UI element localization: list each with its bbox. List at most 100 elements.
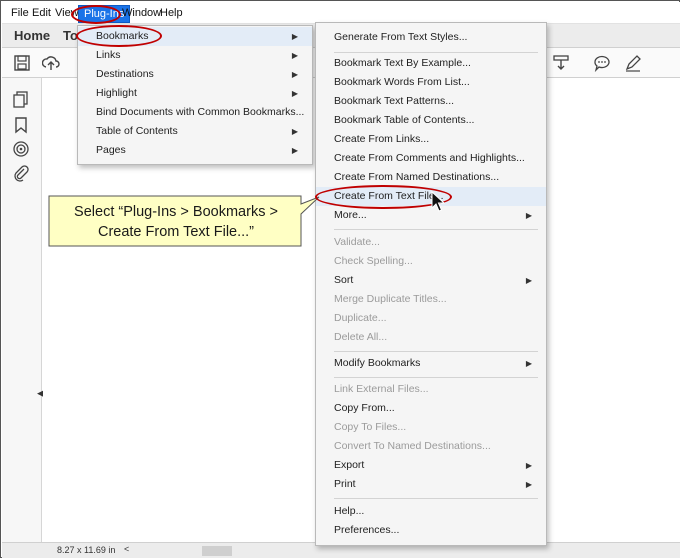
menu-item-label: Bookmarks [96, 30, 149, 42]
menu-item-label: Links [96, 49, 121, 61]
menu-separator [334, 52, 538, 53]
submenu-arrow-icon: ▶ [525, 211, 532, 220]
menu-item-label: Check Spelling... [334, 255, 413, 267]
download-tray-icon[interactable] [552, 54, 570, 72]
menu-item-create-from-named-destinations[interactable]: Create From Named Destinations... [316, 168, 546, 187]
pen-sign-icon[interactable] [624, 54, 642, 72]
menu-separator [334, 498, 538, 499]
menu-file[interactable]: File [11, 7, 29, 19]
menu-item-label: Create From Named Destinations... [334, 171, 500, 183]
submenu-arrow-icon: ▶ [291, 89, 298, 98]
submenu-arrow-icon: ▶ [525, 461, 532, 470]
menu-item-label: Bookmark Table of Contents... [334, 114, 475, 126]
menu-item-merge-duplicate-titles: Merge Duplicate Titles... [316, 290, 546, 309]
tab-tools[interactable]: To [63, 28, 78, 43]
menu-item-print[interactable]: Print ▶ [316, 475, 546, 494]
submenu-arrow-icon: ▶ [291, 32, 298, 41]
menu-help[interactable]: Help [160, 7, 183, 19]
pages-thumbnail-icon[interactable] [12, 90, 30, 108]
menu-item-convert-to-named-destinations: Convert To Named Destinations... [316, 437, 546, 456]
left-navigation-rail: ◀ [2, 78, 44, 542]
menu-item-link-external-files: Link External Files... [316, 380, 546, 399]
menu-item-label: Create From Links... [334, 133, 430, 145]
submenu-arrow-icon: ▶ [291, 70, 298, 79]
save-icon[interactable] [13, 54, 31, 72]
menu-item-bind-documents[interactable]: Bind Documents with Common Bookmarks... [78, 103, 312, 122]
menu-window[interactable]: Window [122, 7, 161, 19]
submenu-arrow-icon: ▶ [291, 51, 298, 60]
attachment-paperclip-icon[interactable] [12, 164, 30, 182]
menu-item-copy-from[interactable]: Copy From... [316, 399, 546, 418]
menu-item-label: Preferences... [334, 524, 400, 536]
menu-item-delete-all: Delete All... [316, 328, 546, 347]
menu-item-modify-bookmarks[interactable]: Modify Bookmarks ▶ [316, 354, 546, 373]
menu-item-highlight[interactable]: Highlight ▶ [78, 84, 312, 103]
menu-item-bookmarks[interactable]: Bookmarks ▶ [78, 27, 312, 46]
menu-item-label: Copy From... [334, 402, 395, 414]
menu-item-help[interactable]: Help... [316, 502, 546, 521]
app-window: File Edit View Plug-Ins Window Help Home… [0, 0, 680, 558]
menu-item-copy-to-files: Copy To Files... [316, 418, 546, 437]
menu-item-label: Pages [96, 144, 126, 156]
menu-edit[interactable]: Edit [32, 7, 51, 19]
upload-cloud-icon[interactable] [42, 54, 60, 72]
tab-home[interactable]: Home [14, 28, 50, 43]
callout-text: Select “Plug-Ins > Bookmarks > Create Fr… [53, 202, 299, 242]
menu-item-label: Merge Duplicate Titles... [334, 293, 447, 305]
menu-item-bookmark-text-by-example[interactable]: Bookmark Text By Example... [316, 54, 546, 73]
menu-bar: File Edit View Plug-Ins Window Help [2, 2, 680, 24]
menu-item-sort[interactable]: Sort ▶ [316, 271, 546, 290]
menu-item-label: Bind Documents with Common Bookmarks... [96, 106, 305, 118]
page-size-readout: 8.27 x 11.69 in [57, 545, 116, 555]
submenu-arrow-icon: ▶ [525, 276, 532, 285]
menu-item-label: Duplicate... [334, 312, 387, 324]
menu-item-table-of-contents[interactable]: Table of Contents ▶ [78, 122, 312, 141]
menu-item-label: Bookmark Text Patterns... [334, 95, 455, 107]
menu-separator [334, 377, 538, 378]
menu-item-label: Delete All... [334, 331, 388, 343]
menu-item-create-from-links[interactable]: Create From Links... [316, 130, 546, 149]
menu-item-label: Modify Bookmarks [334, 357, 421, 369]
menu-item-bookmark-words-from-list[interactable]: Bookmark Words From List... [316, 73, 546, 92]
menu-item-label: More... [334, 209, 367, 221]
menu-item-label: Highlight [96, 87, 137, 99]
menu-item-label: Convert To Named Destinations... [334, 440, 491, 452]
menu-item-label: Table of Contents [96, 125, 178, 137]
menu-item-bookmark-text-patterns[interactable]: Bookmark Text Patterns... [316, 92, 546, 111]
scroll-left-arrow-icon[interactable]: < [124, 544, 129, 554]
menu-view[interactable]: View [55, 7, 79, 19]
submenu-arrow-icon: ▶ [291, 127, 298, 136]
menu-item-bookmark-table-of-contents[interactable]: Bookmark Table of Contents... [316, 111, 546, 130]
mouse-cursor-icon [431, 191, 445, 212]
menu-item-destinations[interactable]: Destinations ▶ [78, 65, 312, 84]
menu-item-label: Sort [334, 274, 354, 286]
menu-item-duplicate: Duplicate... [316, 309, 546, 328]
menu-separator [334, 351, 538, 352]
menu-item-label: Export [334, 459, 365, 471]
menu-item-label: Copy To Files... [334, 421, 407, 433]
submenu-arrow-icon: ▶ [291, 146, 298, 155]
menu-item-pages[interactable]: Pages ▶ [78, 141, 312, 160]
menu-item-check-spelling: Check Spelling... [316, 252, 546, 271]
horizontal-scrollbar-thumb[interactable] [202, 546, 232, 556]
menu-item-label: Destinations [96, 68, 154, 80]
plugins-menu: Bookmarks ▶ Links ▶ Destinations ▶ Highl… [77, 25, 313, 165]
bookmark-icon[interactable] [12, 116, 30, 134]
submenu-arrow-icon: ▶ [525, 359, 532, 368]
menu-item-validate: Validate... [316, 233, 546, 252]
menu-item-label: Validate... [334, 236, 380, 248]
menu-item-preferences[interactable]: Preferences... [316, 521, 546, 540]
menu-item-export[interactable]: Export ▶ [316, 456, 546, 475]
menu-item-create-from-comments[interactable]: Create From Comments and Highlights... [316, 149, 546, 168]
menu-item-label: Create From Comments and Highlights... [334, 152, 525, 164]
menu-item-label: Create From Text File... [334, 190, 444, 202]
menu-item-links[interactable]: Links ▶ [78, 46, 312, 65]
callout-line-1: Select “Plug-Ins > Bookmarks > [74, 204, 278, 220]
comment-icon[interactable] [593, 54, 611, 72]
menu-item-label: Bookmark Words From List... [334, 76, 470, 88]
menu-item-label: Print [334, 478, 356, 490]
menu-item-label: Generate From Text Styles... [334, 31, 468, 43]
menu-separator [334, 229, 538, 230]
layers-target-icon[interactable] [12, 140, 30, 158]
menu-item-generate-from-text-styles[interactable]: Generate From Text Styles... [316, 28, 546, 47]
